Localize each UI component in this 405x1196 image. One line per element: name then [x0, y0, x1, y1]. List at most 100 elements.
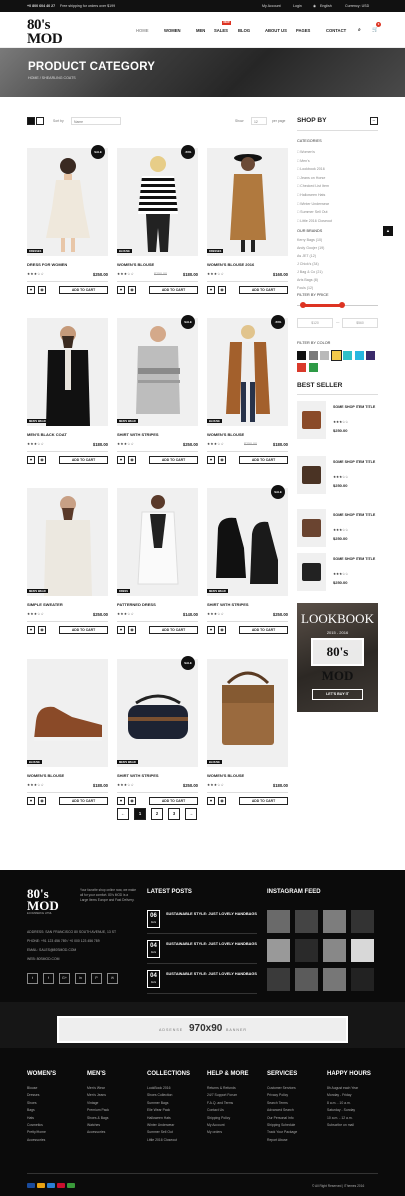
sort-select[interactable]: Name [71, 117, 121, 125]
category-link[interactable]: □ Lookbook 2016 [297, 167, 325, 171]
color-swatch[interactable] [343, 351, 352, 360]
quick-view-icon[interactable]: ◉ [128, 456, 136, 464]
footer-link[interactable]: LookBook 2016 [147, 1086, 190, 1090]
instagram-photo[interactable] [295, 939, 318, 962]
product-image[interactable]: DRESS [117, 488, 198, 596]
product-tag[interactable]: DRESSES [207, 249, 224, 253]
footer-link[interactable]: Our Personal Info [267, 1116, 297, 1120]
footer-link[interactable]: Elle Wear Pack [147, 1108, 190, 1112]
brand-filter[interactable]: J Chick's (34) [297, 262, 319, 266]
footer-link[interactable]: Summer Bags [147, 1101, 190, 1105]
quick-view-icon[interactable]: ◉ [218, 456, 226, 464]
quick-view-icon[interactable]: ◉ [38, 797, 46, 805]
instagram-photo[interactable] [351, 968, 374, 991]
next-page-button[interactable]: → [185, 808, 197, 820]
facebook-icon[interactable]: f [43, 973, 54, 984]
adsense-banner[interactable]: ADSENSE 970x90 BANNER [57, 1016, 348, 1043]
footer-link[interactable]: Premium Pack [87, 1108, 109, 1112]
brand-filter[interactable]: J Bag & Co (21) [297, 270, 323, 274]
page-1-button[interactable]: 1 [134, 808, 146, 820]
instagram-photo[interactable] [323, 939, 346, 962]
product-name[interactable]: SHIRT WITH STRIPES [117, 432, 159, 437]
footer-link[interactable]: Watches [87, 1123, 109, 1127]
nav-women[interactable]: WOMEN [164, 28, 181, 33]
nav-about[interactable]: ABOUT US [265, 28, 287, 33]
product-name[interactable]: WOMEN'S BLOUSE [117, 262, 154, 267]
product-name[interactable]: MEN'S BLACK COAT [27, 432, 67, 437]
product-card[interactable]: DRESSES SALE DRESS FOR WOMEN ★★★☆☆ $250.00 ♥ ◉… [27, 145, 108, 294]
quick-view-icon[interactable]: ◉ [128, 797, 136, 805]
language-select[interactable]: English [320, 4, 332, 8]
product-tag[interactable]: MEN'S WEAR [27, 419, 48, 423]
wishlist-icon[interactable]: ♥ [27, 626, 35, 634]
product-tag[interactable]: MEN'S WEAR [27, 589, 48, 593]
brand-filter[interactable]: Kerry Bags (10) [297, 238, 322, 242]
instagram-photo[interactable] [267, 939, 290, 962]
footer-link[interactable]: Shoes [27, 1101, 56, 1105]
add-to-cart-button[interactable]: ADD TO CART [59, 286, 108, 294]
post-title[interactable]: SUSTAINABLE STYLE: JUST LOVELY HANDBAGS [166, 912, 258, 917]
nav-home[interactable]: HOME [136, 28, 149, 33]
wishlist-icon[interactable]: ♥ [207, 286, 215, 294]
color-swatch[interactable] [308, 351, 318, 360]
nav-blog[interactable]: BLOG [238, 28, 250, 33]
product-image[interactable]: DRESSES [207, 148, 288, 256]
nav-contact[interactable]: CONTACT [326, 28, 346, 33]
color-swatch[interactable] [297, 363, 306, 372]
wishlist-icon[interactable]: ♥ [207, 626, 215, 634]
color-swatch[interactable] [354, 351, 364, 360]
collapse-icon[interactable]: − [370, 117, 378, 125]
lookbook-banner[interactable]: LOOKBOOK 2015 - 2016 80's MOD LET'S BUY … [297, 603, 378, 712]
category-link[interactable]: □ Summer Sell Out [297, 210, 328, 214]
instagram-photo[interactable] [267, 968, 290, 991]
footer-link[interactable]: Shoes & Bags [87, 1116, 109, 1120]
brand-filter[interactable]: As JET (12) [297, 254, 316, 258]
bestseller-name[interactable]: SOME SHOP ITEM TITLE [333, 557, 378, 562]
google-plus-icon[interactable]: G+ [59, 973, 70, 984]
footer-link[interactable]: F.A.Q. and Terms [207, 1101, 249, 1105]
wishlist-icon[interactable]: ♥ [27, 456, 35, 464]
wishlist-icon[interactable]: ♥ [117, 456, 125, 464]
instagram-photo[interactable] [323, 910, 346, 933]
instagram-photo[interactable] [351, 939, 374, 962]
nav-pages[interactable]: PAGES [296, 28, 310, 33]
product-name[interactable]: WOMEN'S BLOUSE [207, 773, 244, 778]
footer-link[interactable]: Summer Sell Out [147, 1130, 190, 1134]
quick-view-icon[interactable]: ◉ [218, 797, 226, 805]
wishlist-icon[interactable]: ♥ [27, 286, 35, 294]
product-image[interactable]: BLOUSE [207, 318, 288, 426]
color-swatch[interactable] [330, 350, 342, 361]
bestseller-image[interactable] [297, 509, 326, 547]
footer-link[interactable]: Accessories [27, 1138, 56, 1142]
linkedin-icon[interactable]: in [75, 973, 86, 984]
product-image[interactable]: BLOUSE [207, 659, 288, 767]
product-image[interactable]: MEN'S WEAR [117, 318, 198, 426]
product-image[interactable]: MEN'S WEAR [207, 488, 288, 596]
bestseller-name[interactable]: SOME SHOP ITEM TITLE [333, 405, 378, 410]
product-name[interactable]: WOMEN'S BLOUSE [207, 432, 244, 437]
footer-link[interactable]: Cosmetics [27, 1123, 56, 1127]
footer-link[interactable]: Returns & Refunds [207, 1086, 249, 1090]
bestseller-image[interactable] [297, 456, 326, 494]
cart-icon[interactable]: 🛒 [372, 27, 378, 33]
bestseller-name[interactable]: SOME SHOP ITEM TITLE [333, 460, 378, 465]
add-to-cart-button[interactable]: ADD TO CART [239, 626, 288, 634]
add-to-cart-button[interactable]: ADD TO CART [59, 626, 108, 634]
category-link[interactable]: □ Jeans on Horse [297, 176, 325, 180]
page-2-button[interactable]: 2 [151, 808, 163, 820]
product-tag[interactable]: DRESSES [27, 249, 44, 253]
footer-link[interactable]: Halloween Hats [147, 1116, 190, 1120]
footer-link[interactable]: 10 a.m. - 12 a.m. [327, 1116, 371, 1120]
nav-sales[interactable]: SALES [214, 28, 228, 33]
instagram-photo[interactable] [295, 910, 318, 933]
add-to-cart-button[interactable]: ADD TO CART [59, 797, 108, 805]
category-link[interactable]: □ Women's [297, 150, 315, 154]
product-tag[interactable]: MEN'S WEAR [207, 589, 228, 593]
product-name[interactable]: WOMEN'S BLOUSE 2016 [207, 262, 254, 267]
product-card[interactable]: BLOUSE -50% WOMEN'S BLOUSE ★★★☆☆ $250.00 $180… [207, 315, 288, 464]
footer-link[interactable]: Vintage [87, 1101, 109, 1105]
product-tag[interactable]: BLOUSE [207, 419, 222, 423]
post-title[interactable]: SUSTAINABLE STYLE: JUST LOVELY HANDBAGS [166, 972, 258, 977]
back-to-top-button[interactable]: ▲ [383, 226, 393, 236]
nav-men[interactable]: MEN [196, 28, 205, 33]
